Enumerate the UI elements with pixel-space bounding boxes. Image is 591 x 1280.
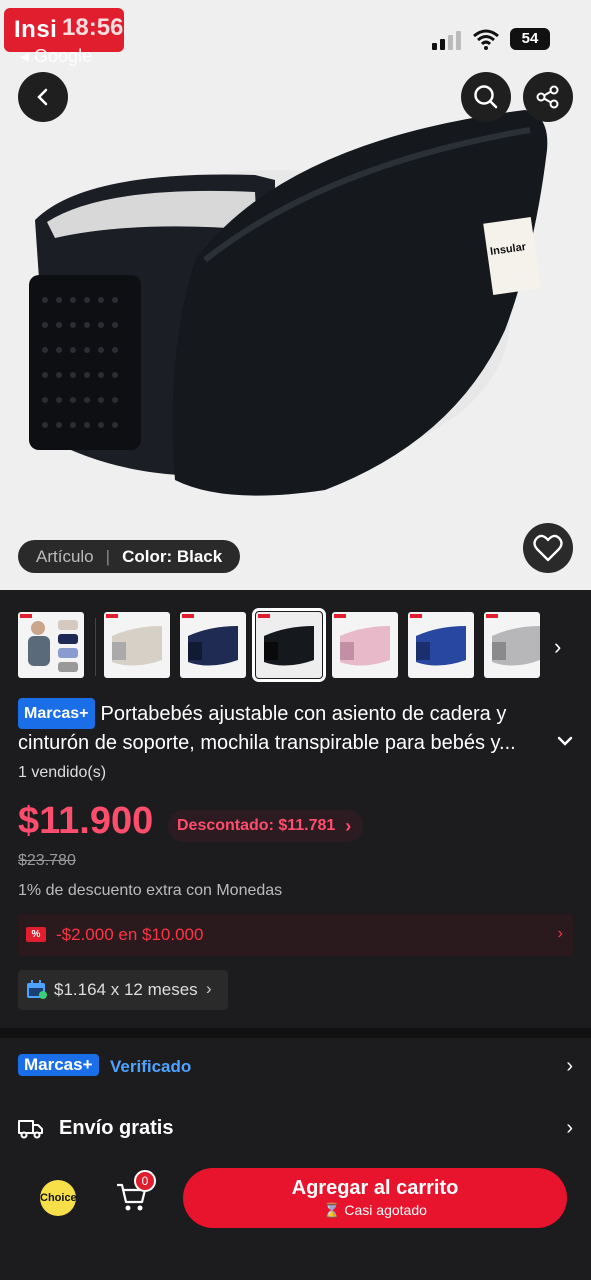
add-to-cart-label: Agregar al carrito [291, 1177, 459, 1199]
thumbnail-blue[interactable] [408, 612, 474, 678]
thumbnail-strip [0, 608, 591, 682]
thumbnail-beige[interactable] [104, 612, 170, 678]
truck-icon [18, 1120, 43, 1139]
share-button[interactable] [523, 72, 573, 122]
chevron-right-icon[interactable]: › [554, 634, 561, 660]
status-bar: Insi 18:56 ◂ Google 54 [0, 0, 591, 80]
shipping-row[interactable]: Envío gratis › [18, 1114, 573, 1146]
wifi-icon [473, 29, 499, 50]
product-page: Insular Insi 18:56 ◂ Google 54 Artículo … [0, 0, 591, 1280]
product-title[interactable]: Marcas+ Portabebés ajustable con asiento … [18, 698, 538, 758]
thumbnail-hero[interactable] [18, 612, 84, 678]
coupon-icon: % [26, 927, 46, 942]
clock: 18:56 [62, 14, 124, 41]
stock-note: ⌛ Casi agotado [323, 1202, 427, 1218]
bottom-action-bar: Choice 0 Agregar al carrito ⌛ Casi agota… [0, 1150, 591, 1280]
discount-label: Descontado: $11.781 [177, 817, 336, 834]
sold-count: 1 vendido(s) [18, 764, 107, 781]
back-button[interactable] [18, 72, 68, 122]
thumbnail-black-selected[interactable] [252, 608, 326, 682]
heart-icon [533, 534, 563, 562]
cart-count-badge: 0 [134, 1170, 156, 1192]
wishlist-button[interactable] [523, 523, 573, 573]
installments-row[interactable]: $1.164 x 12 meses › [18, 970, 228, 1010]
choice-button[interactable]: Choice [40, 1180, 77, 1216]
shipping-label: Envío gratis [59, 1117, 174, 1139]
chevron-right-icon: › [566, 1117, 573, 1139]
installments-text: $1.164 x 12 meses [54, 980, 198, 999]
variant-pill[interactable]: Artículo | Color: Black [18, 540, 241, 573]
chevron-down-icon[interactable] [556, 732, 574, 750]
marcas-badge: Marcas+ [18, 698, 95, 729]
coins-note: 1% de descuento extra con Monedas [18, 882, 283, 899]
chevron-right-icon: › [557, 925, 563, 942]
search-button[interactable] [461, 72, 511, 122]
discount-pill[interactable]: Descontado: $11.781 › [168, 810, 364, 842]
section-divider [0, 1028, 591, 1038]
chevron-right-icon: › [345, 815, 352, 836]
current-price: $11.900 [18, 800, 154, 842]
color-label: Color: Black [122, 546, 223, 566]
thumbnail-pink[interactable] [332, 612, 398, 678]
article-label: Artículo [36, 546, 94, 566]
coupon-row[interactable]: % -$2.000 en $10.000 › [18, 914, 573, 956]
back-to-app-link[interactable]: ◂ Google [20, 46, 92, 67]
chevron-right-icon: › [206, 979, 212, 998]
thumbnail-navy[interactable] [180, 612, 246, 678]
signal-icon [432, 31, 461, 50]
add-to-cart-button[interactable]: Agregar al carrito ⌛ Casi agotado [183, 1168, 567, 1228]
calendar-icon [27, 980, 47, 999]
share-icon [536, 85, 559, 109]
product-gallery[interactable]: Insular Insi 18:56 ◂ Google 54 Artículo … [0, 0, 591, 590]
verified-brand-row[interactable]: Marcas+ Verificado › [18, 1052, 573, 1084]
battery-indicator: 54 [510, 28, 550, 50]
product-image: Insular [29, 110, 548, 496]
thumbnail-grey[interactable] [484, 612, 540, 678]
original-price: $23.780 [18, 852, 76, 869]
verified-label: Verificado [110, 1057, 192, 1076]
search-icon [474, 85, 498, 109]
marcas-badge: Marcas+ [18, 1054, 99, 1076]
coupon-text: -$2.000 en $10.000 [56, 925, 204, 944]
chevron-right-icon: › [566, 1055, 573, 1077]
thumbnail-divider [95, 618, 96, 676]
chevron-left-icon [37, 88, 48, 106]
